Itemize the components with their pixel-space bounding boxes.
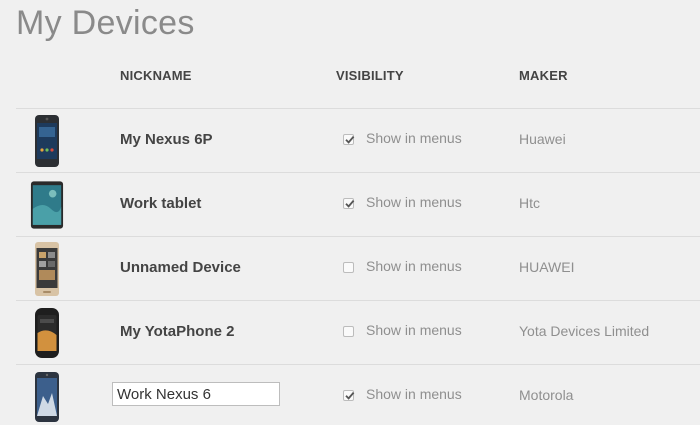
show-in-menus-checkbox[interactable] xyxy=(343,326,354,337)
device-maker: Motorola xyxy=(519,387,574,403)
device-row: My Nexus 6P Show in menus Huawei xyxy=(16,108,700,172)
show-in-menus-checkbox[interactable] xyxy=(343,198,355,209)
device-nickname-input[interactable] xyxy=(112,382,280,406)
device-maker: Huawei xyxy=(519,131,566,147)
device-maker: HUAWEI xyxy=(519,259,575,275)
device-maker: Yota Devices Limited xyxy=(519,323,650,339)
device-row: Show in menus Motorola xyxy=(16,364,700,425)
table-header: NICKNAME VISIBILITY MAKER xyxy=(0,68,700,92)
device-row: My YotaPhone 2 Show in menus Yota Device… xyxy=(16,300,700,364)
yotaphone-icon xyxy=(30,306,64,360)
device-maker: Htc xyxy=(519,195,540,211)
show-in-menus-checkbox[interactable] xyxy=(343,134,355,145)
show-in-menus-label[interactable]: Show in menus xyxy=(366,258,462,274)
device-list: My Nexus 6P Show in menus Huawei Work ta… xyxy=(16,108,700,425)
show-in-menus-label[interactable]: Show in menus xyxy=(366,130,462,146)
nexus-6-phone-icon xyxy=(30,370,64,424)
show-in-menus-label[interactable]: Show in menus xyxy=(366,386,462,402)
show-in-menus-label[interactable]: Show in menus xyxy=(366,194,462,210)
device-row: Work tablet Show in menus Htc xyxy=(16,172,700,236)
device-row: Unnamed Device Show in menus HUAWEI xyxy=(16,236,700,300)
column-header-maker: MAKER xyxy=(519,68,568,83)
show-in-menus-label[interactable]: Show in menus xyxy=(366,322,462,338)
device-nickname[interactable]: Unnamed Device xyxy=(120,259,241,276)
device-nickname[interactable]: My Nexus 6P xyxy=(120,131,213,148)
device-nickname[interactable]: My YotaPhone 2 xyxy=(120,323,234,340)
column-header-visibility: VISIBILITY xyxy=(336,68,404,83)
show-in-menus-checkbox[interactable] xyxy=(343,390,355,401)
device-nickname[interactable]: Work tablet xyxy=(120,195,201,212)
show-in-menus-checkbox[interactable] xyxy=(343,262,354,273)
nexus-6p-phone-icon xyxy=(30,114,64,168)
page-title: My Devices xyxy=(16,4,195,42)
gold-phone-icon xyxy=(30,242,64,296)
tablet-icon xyxy=(30,178,64,232)
column-header-nickname: NICKNAME xyxy=(120,68,192,83)
